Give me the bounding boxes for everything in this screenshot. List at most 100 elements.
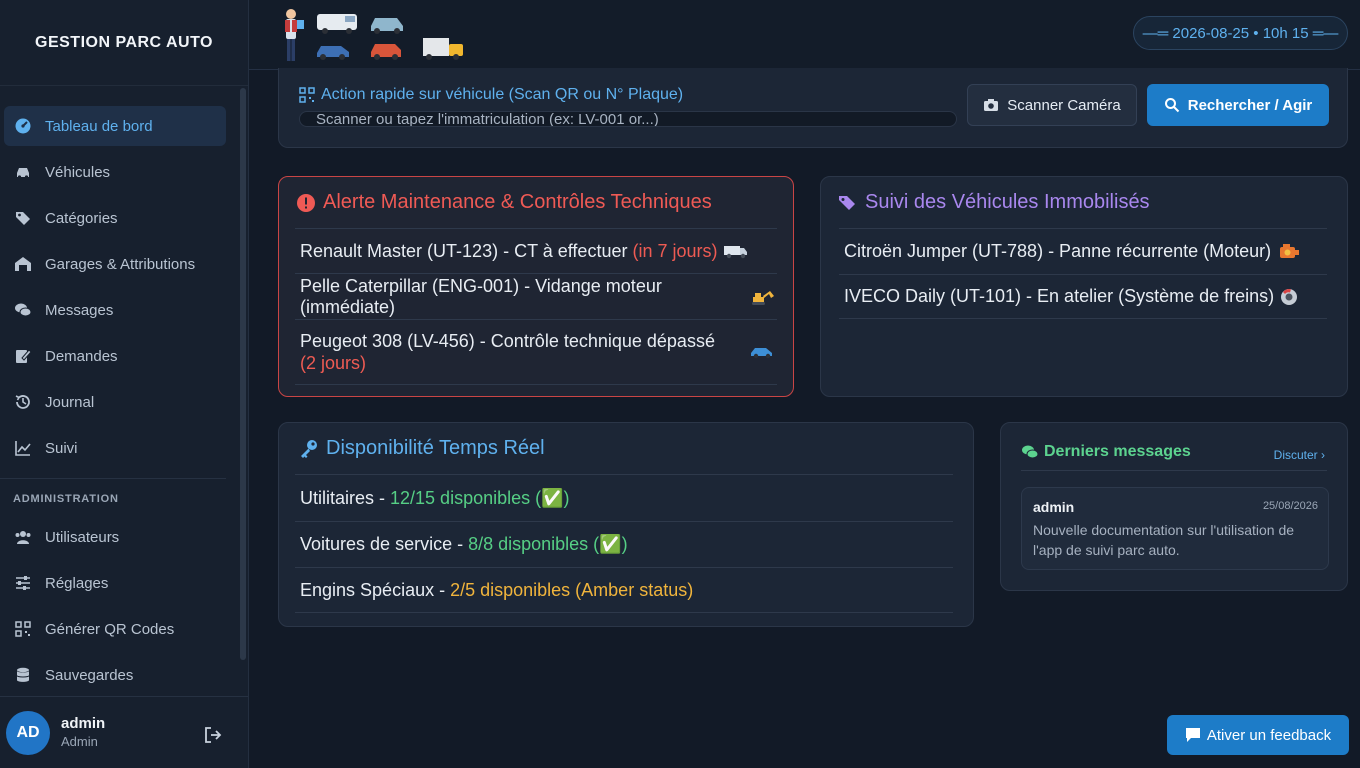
row-text: Renault Master (UT-123) - CT à effectuer: [300, 240, 633, 261]
sidebar: GESTION PARC AUTO Tableau de bord Véhicu…: [0, 0, 249, 768]
list-item[interactable]: Engins Spéciaux - 2/5 disponibles (Amber…: [295, 567, 953, 613]
row-label: Utilitaires -: [300, 487, 391, 508]
sidebar-scrollbar[interactable]: [240, 88, 246, 660]
messages-title-text: Derniers messages: [1044, 443, 1191, 460]
availability-status: 12/15 disponibles (✅): [390, 487, 570, 508]
scan-camera-button[interactable]: Scanner Caméra: [967, 84, 1137, 126]
van-icon: [723, 242, 749, 260]
brand-title: GESTION PARC AUTO: [0, 0, 248, 86]
row-label: Voitures de service -: [300, 534, 469, 554]
plate-search-input[interactable]: [299, 111, 957, 127]
messages-divider: [1021, 470, 1327, 471]
list-item[interactable]: Utilitaires - 12/15 disponibles (✅): [295, 474, 953, 521]
quick-action-title: Action rapide sur véhicule (Scan QR ou N…: [299, 86, 683, 104]
sidebar-item-journal[interactable]: Journal: [4, 382, 226, 422]
feedback-label: Ativer un feedback: [1206, 726, 1332, 744]
sidebar-item-label: Demandes: [45, 347, 118, 365]
availability-title-text: Disponibilité Temps Réel: [326, 437, 545, 459]
sidebar-item-label: Sauvegardes: [45, 666, 134, 684]
brake-disc-icon: [1279, 288, 1305, 306]
excavator-icon: [751, 288, 777, 306]
sidebar-item-tracking[interactable]: Suivi: [4, 428, 226, 468]
sidebar-item-messages[interactable]: Messages: [4, 290, 226, 330]
row-text: Citroën Jumper (UT-788) - Panne récurren…: [844, 241, 1272, 261]
discuter-link[interactable]: Discuter ›: [1274, 448, 1325, 462]
message-date: 25/08/2026: [1262, 500, 1318, 512]
search-icon: [1164, 98, 1179, 113]
car-icon: [749, 342, 775, 360]
scan-camera-label: Scanner Caméra: [1007, 96, 1121, 114]
row-highlight: (in 7 jours): [632, 240, 718, 261]
history-icon: [14, 393, 32, 411]
feedback-button[interactable]: Ativer un feedback: [1167, 715, 1349, 755]
users-icon: [14, 528, 32, 546]
sidebar-item-label: Journal: [45, 393, 95, 411]
messages-title: Derniers messages: [1021, 443, 1191, 461]
sidebar-item-label: Générer QR Codes: [45, 620, 175, 638]
message-text: Nouvelle documentation sur l'utilisation…: [1033, 522, 1295, 558]
sidebar-item-label: Garages & Attributions: [45, 255, 196, 273]
car-icon: [14, 163, 32, 181]
camera-icon: [984, 99, 999, 111]
quick-action-panel: Action rapide sur véhicule (Scan QR ou N…: [278, 68, 1348, 148]
immobilized-vehicles-card: Suivi des Véhicules Immobilisés Citroën …: [820, 176, 1348, 397]
sidebar-item-label: Véhicules: [45, 163, 111, 181]
edit-icon: [14, 347, 32, 365]
maintenance-list: Renault Master (UT-123) - CT à effectuer…: [295, 228, 777, 385]
sidebar-item-settings[interactable]: Réglages: [4, 563, 226, 603]
maintenance-alert-title-text: Alerte Maintenance & Contrôles Technique…: [323, 191, 712, 213]
row-text: Peugeot 308 (LV-456) - Contrôle techniqu…: [300, 331, 715, 351]
row-label: Engins Spéciaux -: [300, 579, 451, 600]
sidebar-item-label: Réglages: [45, 574, 109, 592]
list-item[interactable]: Peugeot 308 (LV-456) - Contrôle techniqu…: [295, 319, 777, 385]
database-icon: [14, 666, 32, 684]
sidebar-item-garages[interactable]: Garages & Attributions: [4, 244, 226, 284]
user-role: Admin: [61, 733, 98, 749]
sidebar-item-vehicles[interactable]: Véhicules: [4, 152, 226, 192]
exclamation-circle-icon: [297, 193, 315, 212]
sidebar-item-categories[interactable]: Catégories: [4, 198, 226, 238]
immobilized-list: Citroën Jumper (UT-788) - Panne récurren…: [839, 228, 1327, 319]
tags-icon: [14, 209, 32, 227]
availability-status: 8/8 disponibles (✅): [468, 534, 628, 554]
user-panel: AD admin Admin: [0, 696, 248, 768]
sidebar-item-backups[interactable]: Sauvegardes: [4, 655, 226, 695]
list-item[interactable]: IVECO Daily (UT-101) - En atelier (Systè…: [839, 274, 1327, 319]
chart-line-icon: [14, 439, 32, 457]
availability-status: 2/5 disponibles (Amber status): [450, 579, 694, 600]
sidebar-item-qrcodes[interactable]: Générer QR Codes: [4, 609, 226, 649]
qrcode-icon: [299, 87, 315, 103]
sidebar-item-users[interactable]: Utilisateurs: [4, 517, 226, 557]
garage-icon: [14, 255, 32, 273]
sidebar-item-label: Utilisateurs: [45, 528, 120, 546]
list-item[interactable]: Voitures de service - 8/8 disponibles (✅…: [295, 521, 953, 567]
qrcode-icon: [14, 620, 32, 638]
admin-section-title: ADMINISTRATION: [13, 493, 119, 505]
list-item[interactable]: Citroën Jumper (UT-788) - Panne récurren…: [839, 228, 1327, 274]
sidebar-nav: Tableau de bord Véhicules Catégories Gar…: [0, 86, 248, 695]
comments-icon: [1022, 445, 1039, 459]
sidebar-item-label: Catégories: [45, 209, 118, 227]
immobilized-title: Suivi des Véhicules Immobilisés: [838, 191, 1150, 214]
top-header: —═ 2026-08-25 • 10h 15 ═—: [249, 0, 1360, 70]
immobilized-title-text: Suivi des Véhicules Immobilisés: [865, 191, 1150, 213]
logout-icon[interactable]: [203, 725, 223, 745]
sidebar-item-dashboard[interactable]: Tableau de bord: [4, 106, 226, 146]
row-text-wrap: Peugeot 308 (LV-456) - Contrôle techniqu…: [300, 330, 727, 374]
message-item[interactable]: admin 25/08/2026 Nouvelle documentation …: [1021, 487, 1329, 570]
dashboard-icon: [14, 117, 32, 135]
engine-icon: [1276, 243, 1302, 261]
maintenance-alert-title: Alerte Maintenance & Contrôles Technique…: [296, 191, 712, 214]
avatar: AD: [6, 710, 50, 755]
sidebar-item-requests[interactable]: Demandes: [4, 336, 226, 376]
list-item[interactable]: Pelle Caterpillar (ENG-001) - Vidange mo…: [295, 273, 777, 319]
user-name: admin: [61, 714, 106, 732]
comment-icon: [1185, 728, 1200, 742]
comments-icon: [14, 301, 32, 319]
sliders-icon: [14, 574, 32, 592]
nav-divider: [0, 478, 226, 479]
search-act-button[interactable]: Rechercher / Agir: [1147, 84, 1329, 126]
row-text: Pelle Caterpillar (ENG-001) - Vidange mo…: [300, 275, 662, 317]
list-item[interactable]: Renault Master (UT-123) - CT à effectuer…: [295, 228, 777, 273]
availability-card: Disponibilité Temps Réel Utilitaires - 1…: [278, 422, 974, 627]
